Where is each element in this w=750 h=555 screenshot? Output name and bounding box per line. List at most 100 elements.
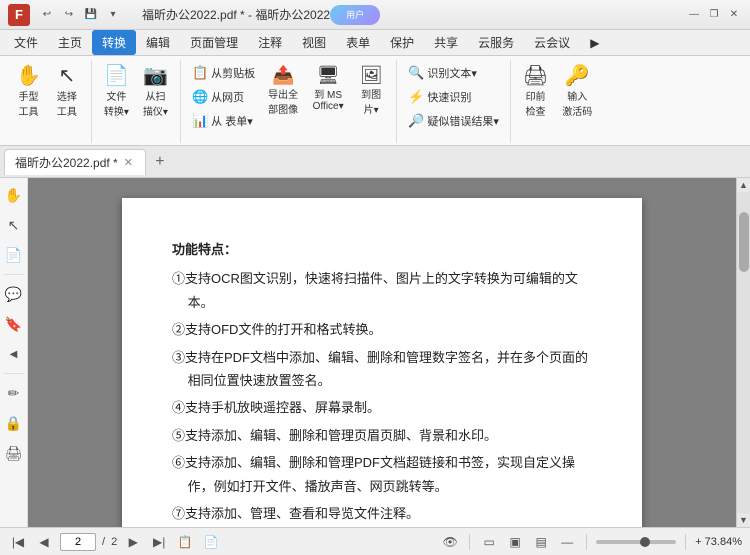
- scroll-track[interactable]: [737, 192, 750, 513]
- hand-icon: ✋: [16, 66, 41, 86]
- single-page-button[interactable]: ▭: [479, 532, 499, 552]
- pdf-item-5: ⑥支持添加、编辑、删除和管理PDF文档超链接和书签，实现自定义操作，例如打开文件…: [172, 451, 592, 498]
- tab-bar: 福昕办公2022.pdf * ✕ +: [0, 146, 750, 178]
- status-sep-2: [586, 534, 587, 550]
- quick-recognize-button[interactable]: ⚡ 快速识别: [403, 86, 504, 108]
- convert-group-label: [98, 141, 174, 143]
- from-clipboard-button[interactable]: 📋 从剪贴板: [187, 62, 260, 84]
- menu-home[interactable]: 主页: [48, 30, 92, 55]
- cursor-icon: ↖: [59, 66, 76, 86]
- left-lock-tool[interactable]: 🔒: [2, 410, 26, 436]
- tab-close-button[interactable]: ✕: [122, 155, 135, 170]
- camera-icon: 📷: [143, 66, 168, 86]
- export-images-button[interactable]: 📤 导出全部图像: [262, 62, 304, 120]
- double-page-button[interactable]: ▣: [505, 532, 525, 552]
- copy-page-button[interactable]: 📄: [201, 532, 221, 552]
- read-mode-button[interactable]: —: [557, 532, 577, 552]
- error-result-button[interactable]: 🔎 疑似错误结果▾: [403, 110, 504, 132]
- select-tool-button[interactable]: ↖ 选择工具: [49, 62, 85, 122]
- to-office-button[interactable]: 🖥 到 MSOffice▾: [306, 62, 350, 116]
- dropdown-button[interactable]: ▾: [104, 6, 122, 24]
- left-draw-tool[interactable]: ✏: [2, 380, 26, 406]
- left-print-tool[interactable]: 🖨: [2, 440, 26, 466]
- prepress-button[interactable]: 🖨 印前检查: [517, 62, 554, 122]
- undo-button[interactable]: ↩: [38, 6, 56, 24]
- left-collapse-tool[interactable]: ◀: [2, 341, 26, 367]
- menu-share[interactable]: 共享: [424, 30, 468, 55]
- pdf-item-1: ②支持OFD文件的打开和格式转换。: [172, 318, 592, 341]
- main-area: ✋ ↖ 📄 💬 🔖 ◀ ✏ 🔒 🖨 功能特点： ①支持OCR图文识别，快速将扫描…: [0, 178, 750, 527]
- close-button[interactable]: ✕: [726, 7, 742, 23]
- menu-edit[interactable]: 编辑: [136, 30, 180, 55]
- tool-buttons: ✋ 手型工具 ↖ 选择工具: [10, 60, 85, 141]
- app-logo: F: [8, 4, 30, 26]
- scroll-thumb[interactable]: [739, 212, 749, 272]
- maximize-button[interactable]: ❐: [706, 7, 722, 23]
- tab-label: 福昕办公2022.pdf *: [15, 154, 118, 171]
- ocr-group-label: [403, 141, 504, 143]
- zoom-thumb[interactable]: [640, 537, 650, 547]
- menu-cloudmeet[interactable]: 云会议: [524, 30, 580, 55]
- prev-page-button[interactable]: ◀: [34, 532, 54, 552]
- view-eye-button[interactable]: 👁: [440, 532, 460, 552]
- status-sep-1: [469, 534, 470, 550]
- save-button[interactable]: 💾: [82, 6, 100, 24]
- recognize-text-button[interactable]: 🔍 识别文本▾: [403, 62, 504, 84]
- pdf-item-6: ⑦支持添加、管理、查看和导览文件注释。: [172, 502, 592, 525]
- menu-file[interactable]: 文件: [4, 30, 48, 55]
- from-web-button[interactable]: 🌐 从网页: [187, 86, 260, 108]
- next-page-button[interactable]: ▶: [123, 532, 143, 552]
- activate-button[interactable]: 🔑 输入激活码: [556, 62, 598, 122]
- document-tab[interactable]: 福昕办公2022.pdf * ✕: [4, 149, 146, 175]
- page-number-input[interactable]: [60, 533, 96, 551]
- menu-more[interactable]: ▶: [580, 32, 609, 54]
- new-tab-button[interactable]: +: [148, 150, 172, 174]
- key-icon: 🔑: [565, 66, 590, 86]
- scroll-view-button[interactable]: ▤: [531, 532, 551, 552]
- ribbon-group-tools: ✋ 手型工具 ↖ 选择工具: [4, 60, 92, 143]
- to-image-button[interactable]: 🖼 到图片▾: [352, 62, 390, 120]
- document-icon: 📄: [104, 66, 129, 86]
- left-comment-tool[interactable]: 💬: [2, 281, 26, 307]
- convert-buttons: 📄 文件转换▾ 📷 从扫描仪▾: [98, 60, 174, 141]
- web-icon: 🌐: [192, 89, 208, 105]
- office-icon: 🖥: [317, 66, 340, 84]
- pdf-item-0: ①支持OCR图文识别，快速将扫描件、图片上的文字转换为可编辑的文本。: [172, 267, 592, 314]
- pdf-item-2: ③支持在PDF文档中添加、编辑、删除和管理数字签名，并在多个页面的相同位置快速放…: [172, 346, 592, 393]
- menu-form[interactable]: 表单: [336, 30, 380, 55]
- left-select-tool[interactable]: ↖: [2, 212, 26, 238]
- menu-protect[interactable]: 保护: [380, 30, 424, 55]
- scroll-up-button[interactable]: ▲: [737, 178, 750, 192]
- left-hand-tool[interactable]: ✋: [2, 182, 26, 208]
- user-avatar[interactable]: 用户: [330, 5, 380, 25]
- to-office-col: 🖥 到 MSOffice▾: [306, 62, 350, 116]
- page-total: 2: [111, 536, 117, 548]
- ribbon-group-print: 🖨 印前检查 🔑 输入激活码: [511, 60, 604, 143]
- first-page-button[interactable]: |◀: [8, 532, 28, 552]
- minimize-button[interactable]: —: [686, 7, 702, 23]
- window-title: 福昕办公2022.pdf * - 福昕办公2022: [142, 6, 330, 23]
- scan-button[interactable]: 📷 从扫描仪▾: [137, 62, 174, 122]
- ribbon-group-clipboard: 📋 从剪贴板 🌐 从网页 📊 从 表单▾ 📤 导出全部图像: [181, 60, 397, 143]
- menu-annotate[interactable]: 注释: [248, 30, 292, 55]
- menu-convert[interactable]: 转换: [92, 30, 136, 55]
- scroll-down-button[interactable]: ▼: [737, 513, 750, 527]
- menu-view[interactable]: 视图: [292, 30, 336, 55]
- zoom-slider[interactable]: [596, 540, 676, 544]
- menu-pagemanage[interactable]: 页面管理: [180, 30, 248, 55]
- menu-cloud[interactable]: 云服务: [468, 30, 524, 55]
- first-page-btn2[interactable]: 📋: [175, 532, 195, 552]
- from-table-button[interactable]: 📊 从 表单▾: [187, 110, 260, 132]
- hand-tool-button[interactable]: ✋ 手型工具: [10, 62, 47, 122]
- export-icon: 📤: [272, 66, 294, 84]
- ribbon-group-ocr: 🔍 识别文本▾ ⚡ 快速识别 🔎 疑似错误结果▾: [397, 60, 511, 143]
- left-bookmark-tool[interactable]: 🔖: [2, 311, 26, 337]
- last-page-button[interactable]: ▶|: [149, 532, 169, 552]
- quick-icon: ⚡: [408, 89, 424, 105]
- export-col: 📤 导出全部图像: [262, 62, 304, 120]
- status-sep-3: [685, 534, 686, 550]
- pdf-item-4: ⑤支持添加、编辑、删除和管理页眉页脚、背景和水印。: [172, 424, 592, 447]
- file-convert-button[interactable]: 📄 文件转换▾: [98, 62, 135, 122]
- left-page-tool[interactable]: 📄: [2, 242, 26, 268]
- redo-button[interactable]: ↪: [60, 6, 78, 24]
